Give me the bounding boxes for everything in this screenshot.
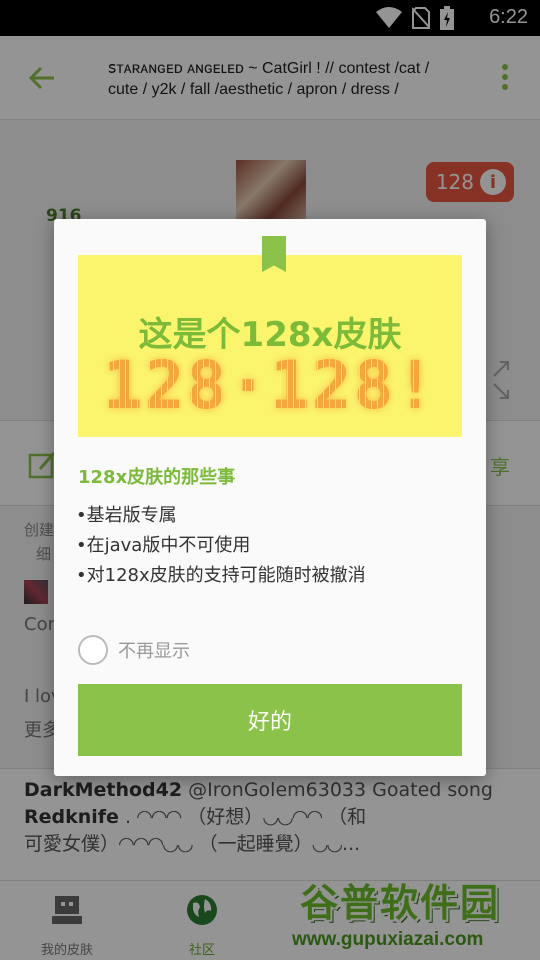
dont-show-again-option[interactable]: 不再显示 xyxy=(78,635,190,665)
dont-show-again-radio[interactable] xyxy=(78,635,108,665)
ok-button[interactable]: 好的 xyxy=(78,684,462,756)
bullet-item: •在java版中不可使用 xyxy=(76,535,251,556)
bullet-item: •对128x皮肤的支持可能随时被撤消 xyxy=(76,565,366,586)
section-title: 128x皮肤的那些事 xyxy=(78,467,236,488)
dont-show-again-label: 不再显示 xyxy=(118,641,190,662)
banner-pixel-text: 128·128! xyxy=(78,347,462,424)
bullet-list: •基岩版专属 •在java版中不可使用 •对128x皮肤的支持可能随时被撤消 xyxy=(76,501,366,591)
dialog-banner: 这是个128x皮肤 128·128! xyxy=(78,255,462,437)
skin-info-dialog: 这是个128x皮肤 128·128! 128x皮肤的那些事 •基岩版专属 •在j… xyxy=(54,219,486,776)
bullet-item: •基岩版专属 xyxy=(76,505,177,526)
